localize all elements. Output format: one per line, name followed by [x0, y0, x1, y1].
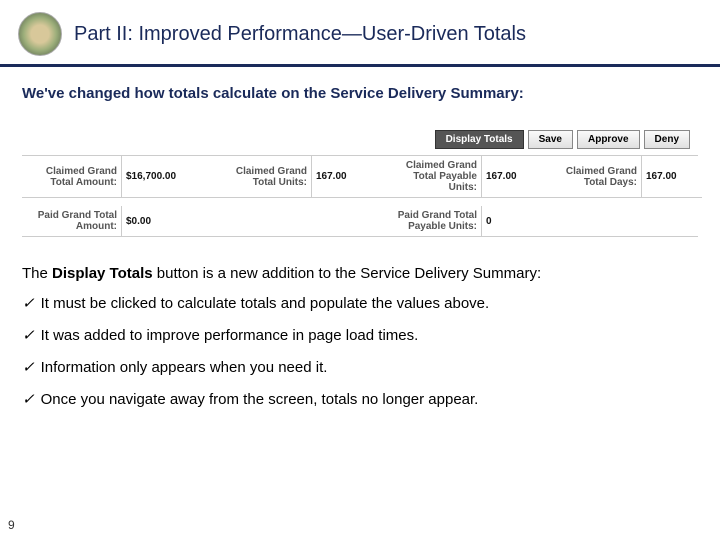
bullet-item: It must be clicked to calculate totals a… — [22, 294, 698, 312]
page-number: 9 — [8, 518, 15, 532]
totals-grid: Claimed Grand Total Amount: $16,700.00 C… — [22, 155, 698, 237]
label-claimed-units: Claimed Grand Total Units: — [212, 156, 312, 197]
approve-button[interactable]: Approve — [577, 130, 640, 149]
value-claimed-units: 167.00 — [312, 156, 382, 197]
value-paid-amount: $0.00 — [122, 206, 212, 236]
bullet-item: Information only appears when you need i… — [22, 358, 698, 376]
bullet-item: Once you navigate away from the screen, … — [22, 390, 698, 408]
label-paid-payable-units: Paid Grand Total Payable Units: — [382, 206, 482, 236]
display-totals-button[interactable]: Display Totals — [435, 130, 524, 149]
value-claimed-amount: $16,700.00 — [122, 156, 212, 197]
bullet-item: It was added to improve performance in p… — [22, 326, 698, 344]
explain-strong: Display Totals — [52, 265, 153, 282]
bullet-list: It must be clicked to calculate totals a… — [0, 294, 720, 408]
ui-screenshot: Display Totals Save Approve Deny Claimed… — [22, 130, 698, 237]
button-row: Display Totals Save Approve Deny — [22, 130, 698, 149]
divider — [0, 64, 720, 67]
intro-text: We've changed how totals calculate on th… — [0, 85, 720, 102]
label-claimed-payable-units: Claimed Grand Total Payable Units: — [382, 156, 482, 197]
label-claimed-days: Claimed Grand Total Days: — [542, 156, 642, 197]
label-claimed-amount: Claimed Grand Total Amount: — [22, 156, 122, 197]
value-claimed-payable-units: 167.00 — [482, 156, 542, 197]
deny-button[interactable]: Deny — [644, 130, 690, 149]
page-title: Part II: Improved Performance—User-Drive… — [74, 23, 526, 46]
label-paid-amount: Paid Grand Total Amount: — [22, 206, 122, 236]
logo-image — [18, 12, 62, 56]
save-button[interactable]: Save — [528, 130, 573, 149]
value-claimed-days: 167.00 — [642, 156, 702, 197]
explain-text: The Display Totals button is a new addit… — [0, 265, 720, 282]
value-paid-payable-units: 0 — [482, 206, 542, 236]
